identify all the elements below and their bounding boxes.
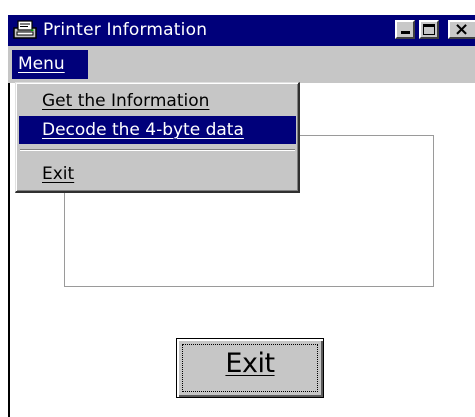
exit-button[interactable]: Exit [176,338,324,398]
menu-menu-label: Menu [18,54,65,74]
menu-item-label: Exit [42,164,75,184]
printer-icon[interactable] [13,20,37,40]
menu-bar: Menu [8,46,475,83]
close-button[interactable]: × [448,19,475,40]
menu-menu[interactable]: Menu [12,50,88,79]
printer-info-window: Printer Information × Menu Exit Get the … [0,0,475,417]
window-border [8,44,10,417]
menu-item-exit[interactable]: Exit [19,160,296,188]
maximize-button[interactable] [419,20,439,39]
menu-item-decode-data[interactable]: Decode the 4-byte data [19,116,296,144]
exit-button-label: Exit [225,348,275,379]
minimize-button[interactable] [395,20,415,39]
close-icon: × [454,19,470,40]
menu-item-label: Get the Information [42,91,210,111]
title-bar[interactable]: Printer Information × [8,15,475,46]
maximize-icon [423,24,435,35]
minimize-icon [401,31,410,34]
menu-item-label: Decode the 4-byte data [42,120,244,140]
window-title: Printer Information [43,20,208,40]
menu-separator [20,149,295,151]
menu-dropdown: Get the Information Decode the 4-byte da… [15,82,300,193]
menu-item-get-information[interactable]: Get the Information [19,87,296,115]
